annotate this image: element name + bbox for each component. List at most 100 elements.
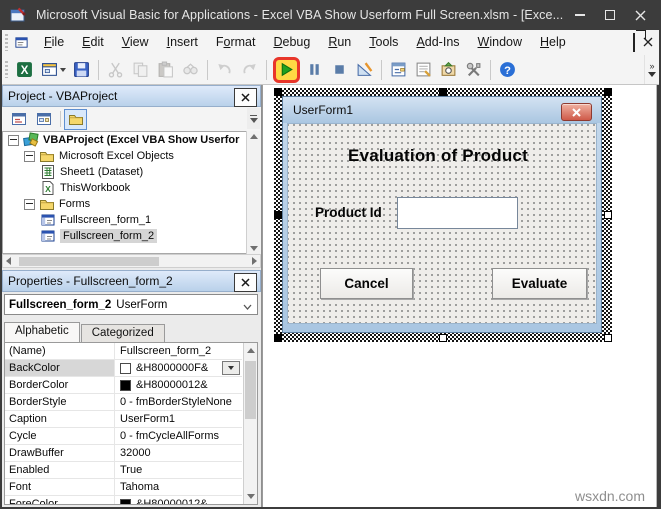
project-panel-header[interactable]: Project - VBAProject — [2, 85, 261, 107]
menu-debug[interactable]: Debug — [264, 30, 319, 55]
toolbar-grip-handle[interactable] — [5, 61, 8, 78]
scroll-down-icon[interactable] — [247, 494, 255, 499]
resize-handle[interactable] — [439, 88, 447, 96]
tree-item-thisworkbook[interactable]: X ThisWorkbook — [3, 180, 260, 196]
project-tree-vertical-scrollbar[interactable] — [246, 131, 261, 254]
property-grid-scrollbar[interactable] — [243, 343, 257, 504]
collapse-icon[interactable] — [24, 198, 35, 210]
property-value[interactable]: Tahoma — [115, 479, 242, 495]
userform-close-icon[interactable] — [561, 103, 592, 121]
view-microsoft-excel-button[interactable]: X — [12, 57, 37, 82]
menu-insert[interactable]: Insert — [158, 30, 207, 55]
resize-handle[interactable] — [604, 334, 612, 342]
toolbar-options-button[interactable]: » — [644, 55, 659, 84]
tree-item-vbaproject-excel-vba-show-userfor[interactable]: VBAProject (Excel VBA Show Userfor — [3, 132, 260, 148]
prop-row-name[interactable]: (Name) Fullscreen_form_2 — [5, 343, 242, 360]
menu-add-ins[interactable]: Add-Ins — [407, 30, 468, 55]
scroll-right-icon[interactable] — [252, 257, 257, 265]
collapse-icon[interactable] — [8, 134, 19, 146]
design-mode-button[interactable] — [352, 57, 377, 82]
resize-handle[interactable] — [604, 88, 612, 96]
project-explorer-button[interactable] — [386, 57, 411, 82]
property-value[interactable]: 0 - fmCycleAllForms — [115, 428, 242, 444]
cut-button[interactable] — [103, 57, 128, 82]
tree-item-fullscreen-form-1[interactable]: Fullscreen_form_1 — [3, 212, 260, 228]
prop-row-backcolor[interactable]: BackColor &H8000000F& — [5, 360, 242, 377]
scroll-left-icon[interactable] — [6, 257, 11, 265]
userform-selection-frame[interactable]: UserForm1 Evaluation of Product Product … — [274, 88, 612, 342]
mdi-restore-button[interactable] — [633, 32, 635, 52]
close-button[interactable] — [625, 0, 655, 30]
project-toolbar-options-button[interactable] — [247, 108, 260, 129]
paste-button[interactable] — [153, 57, 178, 82]
prop-row-bordercolor[interactable]: BorderColor &H80000012& — [5, 377, 242, 394]
menubar-grip-handle[interactable] — [5, 34, 8, 51]
insert-userform-button[interactable] — [37, 57, 69, 82]
menu-format[interactable]: Format — [207, 30, 265, 55]
menu-edit[interactable]: Edit — [73, 30, 113, 55]
tree-item-microsoft-excel-objects[interactable]: Microsoft Excel Objects — [3, 148, 260, 164]
resize-handle[interactable] — [274, 88, 282, 96]
prop-row-borderstyle[interactable]: BorderStyle 0 - fmBorderStyleNone — [5, 394, 242, 411]
maximize-button[interactable] — [595, 0, 625, 30]
collapse-icon[interactable] — [24, 150, 35, 162]
project-tree-horizontal-scrollbar[interactable] — [2, 254, 261, 268]
prop-row-font[interactable]: Font Tahoma — [5, 479, 242, 496]
minimize-button[interactable] — [565, 0, 595, 30]
property-value[interactable]: &H80000012& — [115, 496, 242, 504]
resize-handle[interactable] — [274, 211, 282, 219]
dropdown-arrow-icon[interactable] — [59, 67, 66, 72]
prop-row-cycle[interactable]: Cycle 0 - fmCycleAllForms — [5, 428, 242, 445]
view-code-button[interactable] — [7, 109, 30, 130]
view-object-button[interactable] — [32, 109, 55, 130]
resize-handle[interactable] — [604, 211, 612, 219]
scrollbar-thumb[interactable] — [19, 257, 159, 266]
resize-handle[interactable] — [274, 334, 282, 342]
project-panel-close-icon[interactable] — [234, 88, 257, 107]
cancel-button[interactable]: Cancel — [320, 268, 413, 299]
object-selector-combobox[interactable]: Fullscreen_form_2 UserForm — [4, 294, 258, 315]
userform-design-window[interactable]: UserForm1 Evaluation of Product Product … — [282, 96, 602, 333]
evaluate-button[interactable]: Evaluate — [492, 268, 587, 299]
prop-row-forecolor[interactable]: ForeColor &H80000012& — [5, 496, 242, 504]
property-value[interactable]: Fullscreen_form_2 — [115, 343, 242, 359]
toggle-folders-button[interactable] — [64, 108, 87, 130]
property-value[interactable]: &H80000012& — [115, 377, 242, 393]
userform-titlebar[interactable]: UserForm1 — [283, 97, 601, 123]
tree-item-sheet1-dataset[interactable]: Sheet1 (Dataset) — [3, 164, 260, 180]
scroll-up-icon[interactable] — [247, 348, 255, 353]
prop-row-enabled[interactable]: Enabled True — [5, 462, 242, 479]
menu-window[interactable]: Window — [469, 30, 531, 55]
menu-help[interactable]: Help — [531, 30, 575, 55]
dropdown-button[interactable] — [222, 361, 240, 375]
tab-categorized[interactable]: Categorized — [80, 324, 165, 342]
copy-button[interactable] — [128, 57, 153, 82]
tab-alphabetic[interactable]: Alphabetic — [4, 322, 80, 342]
prop-row-caption[interactable]: Caption UserForm1 — [5, 411, 242, 428]
menu-view[interactable]: View — [113, 30, 158, 55]
property-value[interactable]: 32000 — [115, 445, 242, 461]
prop-row-drawbuffer[interactable]: DrawBuffer 32000 — [5, 445, 242, 462]
save-button[interactable] — [69, 57, 94, 82]
redo-button[interactable] — [237, 57, 262, 82]
break-button[interactable] — [302, 57, 327, 82]
properties-panel-header[interactable]: Properties - Fullscreen_form_2 — [2, 270, 261, 292]
property-value[interactable]: UserForm1 — [115, 411, 242, 427]
menu-tools[interactable]: Tools — [360, 30, 407, 55]
run-sub-userform-button[interactable] — [273, 56, 300, 83]
find-button[interactable] — [178, 57, 203, 82]
scroll-down-icon[interactable] — [250, 246, 258, 251]
menu-run[interactable]: Run — [319, 30, 360, 55]
undo-button[interactable] — [212, 57, 237, 82]
tree-item-fullscreen-form-2[interactable]: Fullscreen_form_2 — [3, 228, 260, 244]
properties-panel-close-icon[interactable] — [234, 273, 257, 292]
property-value[interactable]: &H8000000F& — [115, 360, 242, 376]
properties-window-button[interactable] — [411, 57, 436, 82]
resize-handle[interactable] — [439, 334, 447, 342]
property-value[interactable]: 0 - fmBorderStyleNone — [115, 394, 242, 410]
toolbox-button[interactable] — [461, 57, 486, 82]
menu-file[interactable]: File — [35, 30, 73, 55]
property-value[interactable]: True — [115, 462, 242, 478]
tree-item-forms[interactable]: Forms — [3, 196, 260, 212]
reset-button[interactable] — [327, 57, 352, 82]
